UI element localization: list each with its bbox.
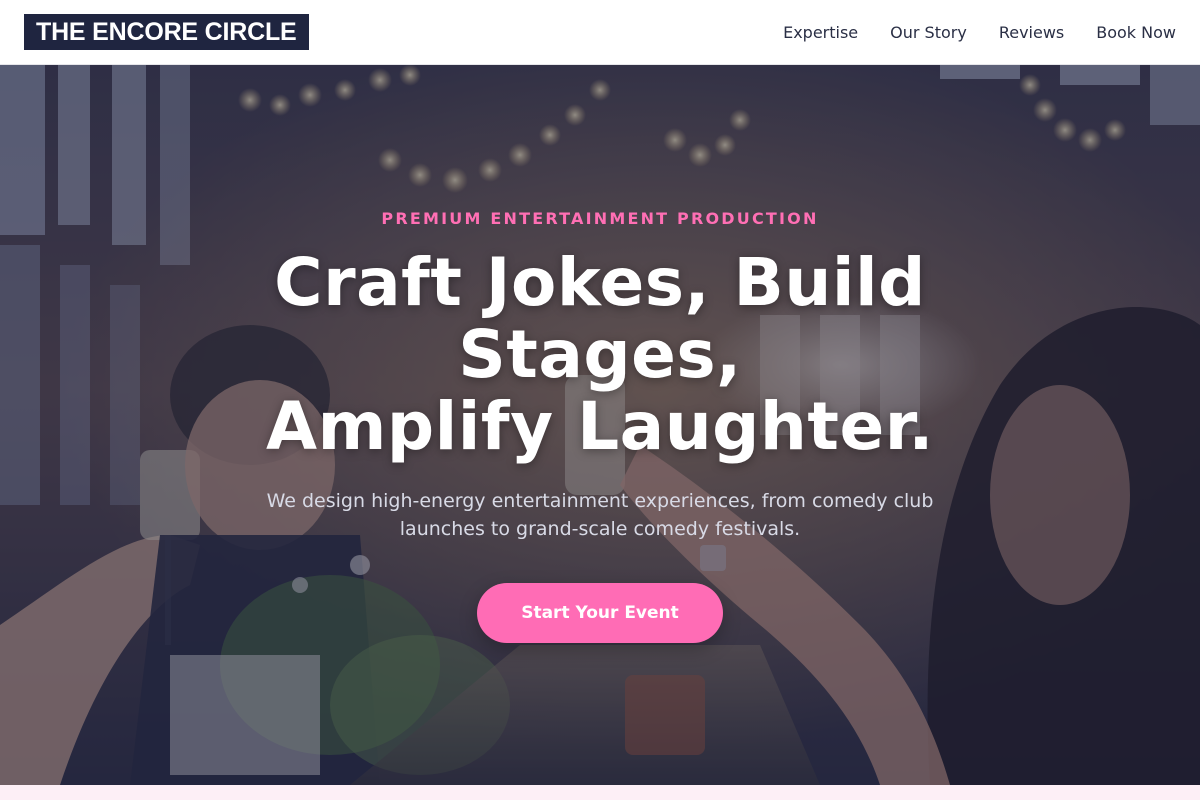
top-navbar: THE ENCORE CIRCLE Expertise Our Story Re… bbox=[0, 0, 1200, 65]
brand-logo[interactable]: THE ENCORE CIRCLE bbox=[24, 14, 309, 50]
start-your-event-button[interactable]: Start Your Event bbox=[477, 583, 723, 643]
hero-eyebrow: PREMIUM ENTERTAINMENT PRODUCTION bbox=[381, 209, 819, 228]
hero-headline: Craft Jokes, Build Stages, Amplify Laugh… bbox=[200, 247, 1000, 463]
hero-subtitle: We design high-energy entertainment expe… bbox=[266, 490, 934, 540]
nav-link-expertise[interactable]: Expertise bbox=[783, 23, 858, 42]
nav-link-reviews[interactable]: Reviews bbox=[999, 23, 1064, 42]
hero-headline-line-2: Stages, bbox=[458, 316, 742, 393]
next-section-edge bbox=[0, 785, 1200, 800]
nav-link-book-now[interactable]: Book Now bbox=[1096, 23, 1176, 42]
hero-section: PREMIUM ENTERTAINMENT PRODUCTION Craft J… bbox=[0, 65, 1200, 785]
nav-link-our-story[interactable]: Our Story bbox=[890, 23, 967, 42]
main-nav: Expertise Our Story Reviews Book Now bbox=[783, 0, 1176, 65]
hero-content: PREMIUM ENTERTAINMENT PRODUCTION Craft J… bbox=[0, 65, 1200, 785]
hero-headline-line-1: Craft Jokes, Build bbox=[274, 244, 926, 321]
hero-headline-line-3: Amplify Laughter. bbox=[266, 388, 934, 465]
